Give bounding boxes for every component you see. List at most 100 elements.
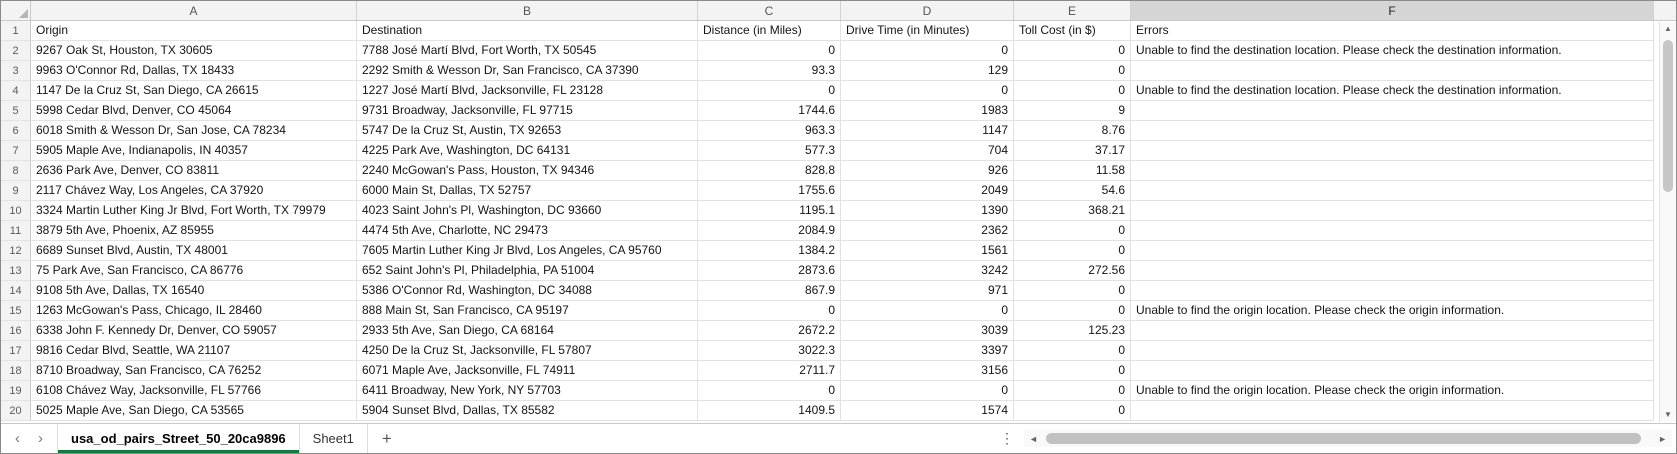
cell-B10[interactable]: 4023 Saint John's Pl, Washington, DC 936… (357, 201, 698, 221)
row-header-9[interactable]: 9 (1, 181, 31, 201)
cell-E20[interactable]: 0 (1014, 401, 1131, 421)
column-header-F[interactable]: F (1131, 1, 1654, 20)
cell-D11[interactable]: 2362 (841, 221, 1014, 241)
cell-F11[interactable] (1131, 221, 1654, 241)
cell-E14[interactable]: 0 (1014, 281, 1131, 301)
horizontal-scrollbar-track[interactable] (1043, 430, 1653, 447)
cell-B8[interactable]: 2240 McGowan's Pass, Houston, TX 94346 (357, 161, 698, 181)
row-header-6[interactable]: 6 (1, 121, 31, 141)
cell-B17[interactable]: 4250 De la Cruz St, Jacksonville, FL 578… (357, 341, 698, 361)
cell-D1[interactable]: Drive Time (in Minutes) (841, 21, 1014, 41)
cell-E11[interactable]: 0 (1014, 221, 1131, 241)
cell-D16[interactable]: 3039 (841, 321, 1014, 341)
select-all-corner[interactable] (1, 1, 31, 20)
vertical-scrollbar[interactable]: ▲ ▼ (1659, 22, 1676, 422)
cell-A18[interactable]: 8710 Broadway, San Francisco, CA 76252 (31, 361, 357, 381)
scroll-left-icon[interactable]: ◄ (1024, 434, 1043, 444)
cell-D15[interactable]: 0 (841, 301, 1014, 321)
cell-C14[interactable]: 867.9 (698, 281, 841, 301)
cell-D14[interactable]: 971 (841, 281, 1014, 301)
cell-A1[interactable]: Origin (31, 21, 357, 41)
cell-F17[interactable] (1131, 341, 1654, 361)
cell-E18[interactable]: 0 (1014, 361, 1131, 381)
row-header-13[interactable]: 13 (1, 261, 31, 281)
cell-C12[interactable]: 1384.2 (698, 241, 841, 261)
cell-C17[interactable]: 3022.3 (698, 341, 841, 361)
sheet-nav-right-icon[interactable]: › (38, 430, 43, 447)
cell-B3[interactable]: 2292 Smith & Wesson Dr, San Francisco, C… (357, 61, 698, 81)
cell-B9[interactable]: 6000 Main St, Dallas, TX 52757 (357, 181, 698, 201)
cell-C9[interactable]: 1755.6 (698, 181, 841, 201)
cell-D4[interactable]: 0 (841, 81, 1014, 101)
cell-E6[interactable]: 8.76 (1014, 121, 1131, 141)
cell-A14[interactable]: 9108 5th Ave, Dallas, TX 16540 (31, 281, 357, 301)
cell-C20[interactable]: 1409.5 (698, 401, 841, 421)
cell-E2[interactable]: 0 (1014, 41, 1131, 61)
column-header-A[interactable]: A (31, 1, 357, 20)
cell-D5[interactable]: 1983 (841, 101, 1014, 121)
row-header-7[interactable]: 7 (1, 141, 31, 161)
cell-F6[interactable] (1131, 121, 1654, 141)
cell-F15[interactable]: Unable to find the origin location. Plea… (1131, 301, 1654, 321)
row-header-11[interactable]: 11 (1, 221, 31, 241)
cell-F18[interactable] (1131, 361, 1654, 381)
cell-A17[interactable]: 9816 Cedar Blvd, Seattle, WA 21107 (31, 341, 357, 361)
cell-F16[interactable] (1131, 321, 1654, 341)
cell-F12[interactable] (1131, 241, 1654, 261)
row-header-19[interactable]: 19 (1, 381, 31, 401)
cell-A7[interactable]: 5905 Maple Ave, Indianapolis, IN 40357 (31, 141, 357, 161)
cell-A5[interactable]: 5998 Cedar Blvd, Denver, CO 45064 (31, 101, 357, 121)
scroll-right-icon[interactable]: ► (1653, 434, 1672, 444)
row-header-2[interactable]: 2 (1, 41, 31, 61)
cell-C13[interactable]: 2873.6 (698, 261, 841, 281)
cell-F8[interactable] (1131, 161, 1654, 181)
cell-C8[interactable]: 828.8 (698, 161, 841, 181)
cell-D12[interactable]: 1561 (841, 241, 1014, 261)
horizontal-scrollbar-thumb[interactable] (1046, 433, 1641, 444)
cell-E3[interactable]: 0 (1014, 61, 1131, 81)
cell-E4[interactable]: 0 (1014, 81, 1131, 101)
cell-A3[interactable]: 9963 O'Connor Rd, Dallas, TX 18433 (31, 61, 357, 81)
sheet-tab-sheet1[interactable]: Sheet1 (300, 424, 368, 453)
cell-A9[interactable]: 2117 Chávez Way, Los Angeles, CA 37920 (31, 181, 357, 201)
cell-B15[interactable]: 888 Main St, San Francisco, CA 95197 (357, 301, 698, 321)
cell-D3[interactable]: 129 (841, 61, 1014, 81)
row-header-5[interactable]: 5 (1, 101, 31, 121)
vertical-scrollbar-thumb[interactable] (1663, 40, 1673, 192)
cell-A11[interactable]: 3879 5th Ave, Phoenix, AZ 85955 (31, 221, 357, 241)
row-header-15[interactable]: 15 (1, 301, 31, 321)
cell-D7[interactable]: 704 (841, 141, 1014, 161)
cell-D19[interactable]: 0 (841, 381, 1014, 401)
row-header-1[interactable]: 1 (1, 21, 31, 41)
cell-E5[interactable]: 9 (1014, 101, 1131, 121)
cell-A10[interactable]: 3324 Martin Luther King Jr Blvd, Fort Wo… (31, 201, 357, 221)
cell-A13[interactable]: 75 Park Ave, San Francisco, CA 86776 (31, 261, 357, 281)
cell-B20[interactable]: 5904 Sunset Blvd, Dallas, TX 85582 (357, 401, 698, 421)
cell-E19[interactable]: 0 (1014, 381, 1131, 401)
row-header-10[interactable]: 10 (1, 201, 31, 221)
cell-E1[interactable]: Toll Cost (in $) (1014, 21, 1131, 41)
cell-D8[interactable]: 926 (841, 161, 1014, 181)
cell-F2[interactable]: Unable to find the destination location.… (1131, 41, 1654, 61)
cell-B19[interactable]: 6411 Broadway, New York, NY 57703 (357, 381, 698, 401)
cell-A19[interactable]: 6108 Chávez Way, Jacksonville, FL 57766 (31, 381, 357, 401)
cell-C10[interactable]: 1195.1 (698, 201, 841, 221)
scroll-down-icon[interactable]: ▼ (1660, 408, 1676, 422)
cell-C1[interactable]: Distance (in Miles) (698, 21, 841, 41)
row-header-20[interactable]: 20 (1, 401, 31, 421)
cell-C15[interactable]: 0 (698, 301, 841, 321)
cell-A4[interactable]: 1147 De la Cruz St, San Diego, CA 26615 (31, 81, 357, 101)
horizontal-scrollbar[interactable]: ◄ ► (1024, 430, 1672, 447)
cell-D9[interactable]: 2049 (841, 181, 1014, 201)
cell-E17[interactable]: 0 (1014, 341, 1131, 361)
column-header-B[interactable]: B (357, 1, 698, 20)
cell-E16[interactable]: 125.23 (1014, 321, 1131, 341)
cell-F3[interactable] (1131, 61, 1654, 81)
cell-F10[interactable] (1131, 201, 1654, 221)
cell-D13[interactable]: 3242 (841, 261, 1014, 281)
cell-A15[interactable]: 1263 McGowan's Pass, Chicago, IL 28460 (31, 301, 357, 321)
column-header-E[interactable]: E (1014, 1, 1131, 20)
cell-B1[interactable]: Destination (357, 21, 698, 41)
cell-F20[interactable] (1131, 401, 1654, 421)
row-header-12[interactable]: 12 (1, 241, 31, 261)
